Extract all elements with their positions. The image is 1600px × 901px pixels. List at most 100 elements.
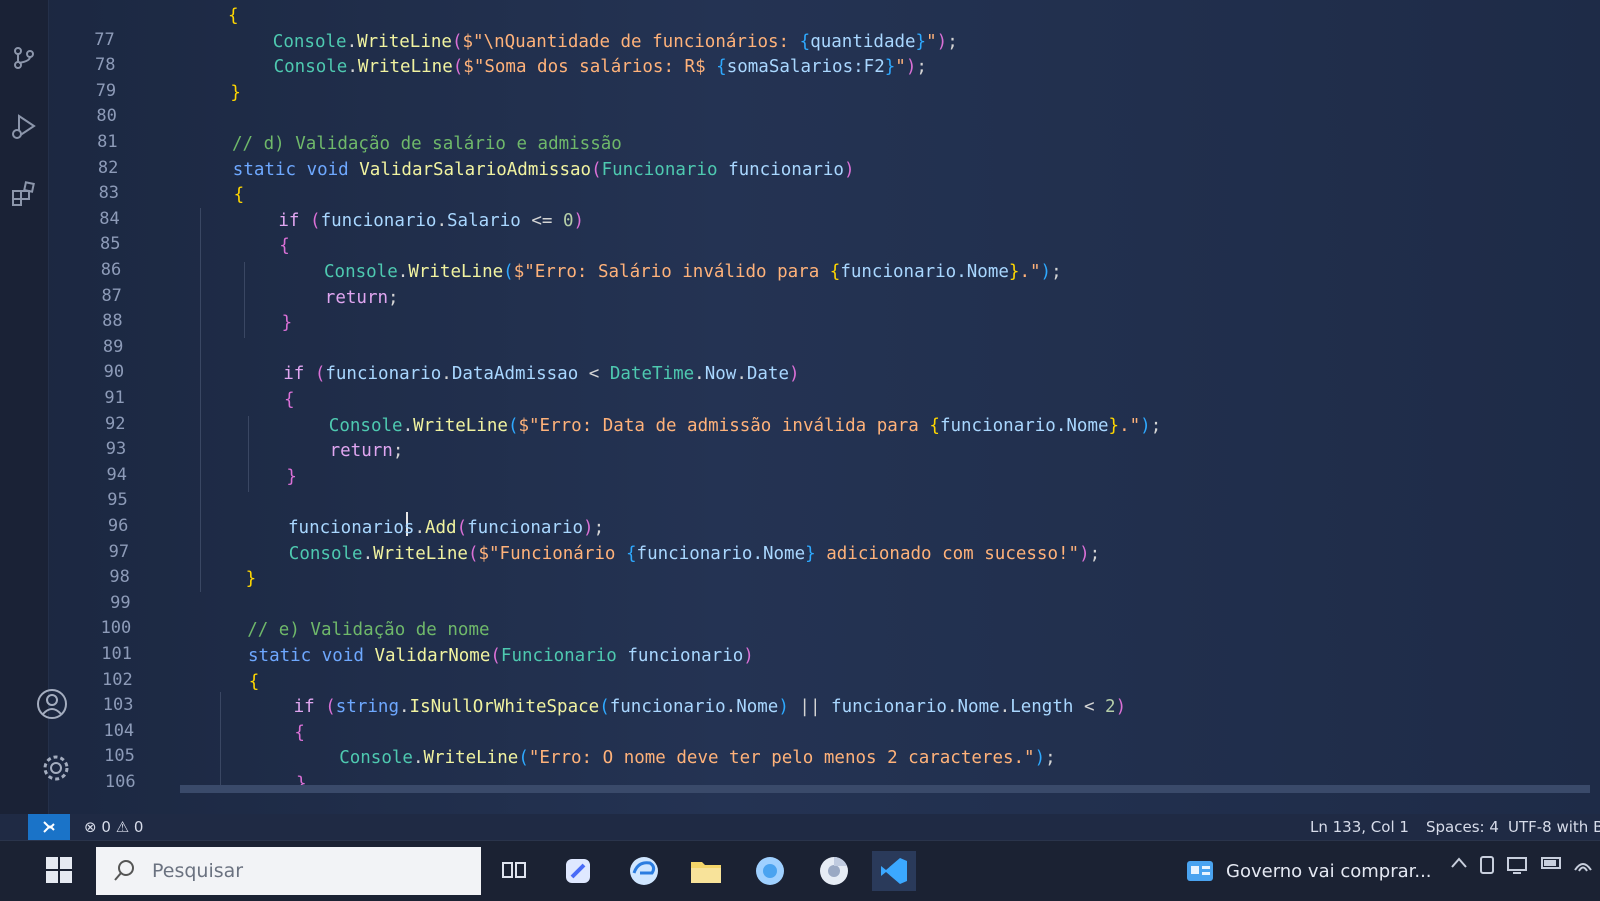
wifi-icon[interactable] <box>1572 855 1594 877</box>
code-line[interactable]: return; <box>330 439 404 463</box>
code-token: ( <box>518 748 529 769</box>
code-line[interactable]: static void ValidarNome(Funcionario func… <box>248 644 754 668</box>
news-widget[interactable]: Governo vai comprar... <box>1186 853 1432 889</box>
cursor-position[interactable]: Ln 133, Col 1 <box>1310 818 1409 836</box>
line-number: 83 <box>98 183 120 204</box>
code-line[interactable]: { <box>284 388 295 412</box>
code-line[interactable]: // e) Validação de nome <box>247 618 489 642</box>
code-line[interactable]: return; <box>325 286 399 310</box>
code-token: funcionario.Nome <box>636 543 806 564</box>
code-token: ) <box>1079 543 1090 564</box>
code-token: Length <box>1010 697 1074 718</box>
code-token: funcionario <box>467 518 584 538</box>
edge-browser-icon[interactable] <box>622 851 666 891</box>
code-token: } <box>281 313 293 334</box>
code-token: 0 <box>562 210 574 231</box>
code-token: Console <box>288 543 363 564</box>
code-line[interactable]: { <box>234 183 245 207</box>
code-line[interactable]: funcionarios.Add(funcionario); <box>288 516 604 540</box>
line-number: 78 <box>94 55 116 76</box>
code-token: ( <box>451 31 463 52</box>
code-token: { <box>294 722 305 743</box>
code-token: Add <box>424 518 457 538</box>
code-line[interactable]: Console.WriteLine("Erro: O nome deve ter… <box>339 746 1056 770</box>
code-line[interactable]: Console.WriteLine($"Funcionário {funcion… <box>289 542 1100 566</box>
code-token: . <box>347 57 358 78</box>
line-number: 84 <box>99 208 120 229</box>
code-line[interactable]: Console.WriteLine($"\nQuantidade de func… <box>273 30 958 54</box>
code-token: ( <box>507 415 519 436</box>
line-number: 95 <box>107 490 128 511</box>
horizontal-scrollbar[interactable] <box>180 785 1590 793</box>
file-explorer-icon[interactable] <box>684 851 728 891</box>
tray-overflow-chevron-icon[interactable] <box>1450 855 1468 874</box>
task-view-icon[interactable] <box>492 851 536 891</box>
code-token: " <box>895 57 906 78</box>
code-editor[interactable]: {Console.WriteLine($"\nQuantidade de fun… <box>148 0 1600 790</box>
code-line[interactable]: } <box>246 567 257 591</box>
line-number: 94 <box>106 464 127 485</box>
code-line[interactable]: } <box>230 81 241 105</box>
code-token: . <box>402 415 414 436</box>
code-line[interactable]: Console.WriteLine($"Erro: Data de admiss… <box>329 414 1161 438</box>
code-line[interactable]: { <box>249 670 260 694</box>
code-token: WriteLine <box>357 57 453 78</box>
code-line[interactable]: Console.WriteLine($"Soma dos salários: R… <box>274 55 927 79</box>
code-token: { <box>284 390 295 410</box>
code-token: . <box>397 262 409 282</box>
code-token: <= <box>520 210 563 231</box>
code-token: ) <box>936 31 948 52</box>
extensions-icon[interactable] <box>6 176 42 212</box>
problems-indicator[interactable]: ⊗ 0 ⚠ 0 <box>84 818 143 836</box>
code-token: ( <box>314 364 326 385</box>
teams-chat-icon[interactable] <box>556 851 600 891</box>
line-number: 81 <box>97 132 118 152</box>
code-token: ) <box>843 159 855 180</box>
code-line[interactable]: } <box>286 465 297 489</box>
code-line[interactable]: if (funcionario.Salario <= 0) <box>278 209 584 233</box>
code-token: WriteLine <box>408 262 504 282</box>
code-line[interactable]: // d) Validação de salário e admissão <box>232 132 622 156</box>
code-token: funcionario <box>325 364 442 385</box>
code-token: || <box>788 697 832 718</box>
code-line[interactable]: Console.WriteLine($"Erro: Salário inváli… <box>324 260 1062 284</box>
code-token: { <box>929 415 940 436</box>
display-icon[interactable] <box>1506 855 1528 879</box>
warning-icon: ⚠ <box>115 818 130 836</box>
code-token: { <box>228 6 239 26</box>
code-line[interactable]: { <box>279 234 290 258</box>
code-token: $"Soma dos salários: R$ <box>463 57 717 78</box>
code-line[interactable]: static void ValidarSalarioAdmissao(Funci… <box>233 158 855 182</box>
code-token: . <box>946 697 958 718</box>
battery-icon[interactable] <box>1540 855 1564 875</box>
code-token: } <box>245 569 257 590</box>
code-line[interactable]: if (string.IsNullOrWhiteSpace(funcionari… <box>294 695 1127 719</box>
taskbar-search-box[interactable]: Pesquisar <box>96 847 481 895</box>
code-token: static <box>248 646 312 666</box>
code-token: } <box>230 82 241 103</box>
code-token: { <box>829 262 841 282</box>
line-number: 104 <box>103 720 135 741</box>
code-line[interactable]: } <box>282 311 293 335</box>
meet-now-icon[interactable] <box>1478 855 1496 879</box>
indentation-setting[interactable]: Spaces: 4 <box>1426 818 1499 836</box>
code-token: . <box>346 31 358 52</box>
code-line[interactable]: { <box>294 721 305 745</box>
store-app-icon[interactable] <box>748 851 792 891</box>
warning-count: 0 <box>133 818 144 836</box>
line-number: 105 <box>104 746 135 767</box>
vscode-app-icon[interactable] <box>872 851 916 891</box>
code-token: return <box>324 287 389 308</box>
code-line[interactable]: { <box>228 4 239 28</box>
chrome-browser-icon[interactable] <box>812 851 856 891</box>
code-token: $"\nQuantidade de funcionários: <box>462 31 800 52</box>
code-token: . <box>362 543 374 564</box>
remote-indicator-button[interactable] <box>28 814 70 840</box>
code-line[interactable]: if (funcionario.DataAdmissao < DateTime.… <box>283 362 799 386</box>
line-number: 89 <box>102 336 124 357</box>
windows-start-button[interactable] <box>44 855 78 889</box>
line-number: 92 <box>105 413 126 434</box>
encoding-setting[interactable]: UTF-8 with BO <box>1508 818 1600 836</box>
code-token: ) <box>573 210 585 231</box>
